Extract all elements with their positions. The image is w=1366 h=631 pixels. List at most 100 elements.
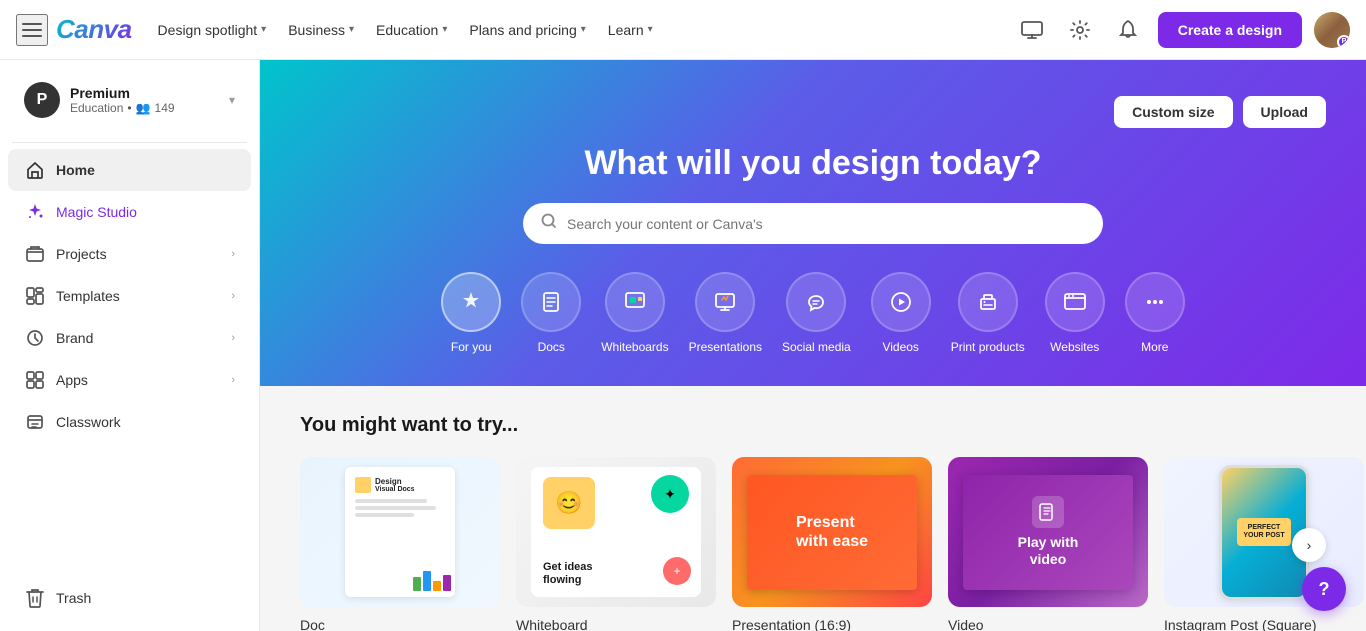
nav-business[interactable]: Business ▾ [278,16,364,44]
hero-banner: Custom size Upload What will you design … [260,60,1366,386]
suggestion-card-doc[interactable]: Design Visual Docs [300,457,500,631]
scroll-right-arrow[interactable]: › [1292,528,1326,562]
topnav: Canva Design spotlight ▾ Business ▾ Educ… [0,0,1366,60]
suggestion-label: Video [948,617,1148,631]
notifications-icon-btn[interactable] [1110,12,1146,48]
social-media-icon [786,272,846,332]
chevron-right-icon: › [231,248,235,260]
account-subtitle: Education • 👥 149 [70,101,219,115]
trash-icon [24,587,46,609]
main-layout: P Premium Education • 👥 149 ▾ [0,60,1366,631]
hero-cat-whiteboards[interactable]: Whiteboards [601,272,668,354]
sidebar-item-label: Magic Studio [56,204,235,220]
search-input[interactable] [567,216,1085,232]
suggestion-label: Whiteboard [516,617,716,631]
sidebar-item-projects[interactable]: Projects › [8,233,251,275]
videos-icon [871,272,931,332]
hero-cat-label: Social media [782,340,851,354]
print-products-icon [958,272,1018,332]
presentations-icon [695,272,755,332]
hero-cat-websites[interactable]: Websites [1045,272,1105,354]
upload-button[interactable]: Upload [1243,96,1326,128]
templates-icon [24,285,46,307]
logo-text: Canva [56,14,132,44]
for-you-icon [441,272,501,332]
suggestion-label: Doc [300,617,500,631]
nav-items: Design spotlight ▾ Business ▾ Education … [148,16,1006,44]
hero-cat-label: Docs [538,340,565,354]
home-icon [24,159,46,181]
chevron-down-icon: ▾ [648,24,653,35]
chevron-down-icon: ▾ [349,24,354,35]
nav-design-spotlight[interactable]: Design spotlight ▾ [148,16,277,44]
suggestion-label: Presentation (16:9) [732,617,932,631]
sidebar-item-home[interactable]: Home [8,149,251,191]
chevron-down-icon: ▾ [581,24,586,35]
hero-cat-for-you[interactable]: For you [441,272,501,354]
chevron-down-icon: ▾ [229,93,235,107]
create-design-button[interactable]: Create a design [1158,12,1302,48]
websites-icon [1045,272,1105,332]
whiteboard-preview: 😊 ✦ Get ideasflowing + [531,467,701,597]
sidebar-item-magic-studio[interactable]: Magic Studio [8,191,251,233]
member-count-icon: 👥 [136,101,151,115]
sidebar-item-classwork[interactable]: Classwork [8,401,251,443]
hero-cat-social-media[interactable]: Social media [782,272,851,354]
suggestion-card-video[interactable]: Play withvideo Video [948,457,1148,631]
hero-cat-more[interactable]: More [1125,272,1185,354]
hero-cat-label: Whiteboards [601,340,668,354]
avatar-badge: P [1337,35,1350,48]
custom-size-button[interactable]: Custom size [1114,96,1232,128]
instagram-preview: PERFECTYOUR POST [1219,465,1309,600]
sidebar-item-trash[interactable]: Trash [8,577,251,619]
nav-learn[interactable]: Learn ▾ [598,16,663,44]
hero-cat-label: Print products [951,340,1025,354]
classwork-icon [24,411,46,433]
suggestion-label: Instagram Post (Square) [1164,617,1364,631]
pres-preview-text: Presentwith ease [796,513,868,551]
monitor-icon-btn[interactable] [1014,12,1050,48]
suggestions-title: You might want to try... [300,414,1326,437]
chevron-right-icon: › [231,290,235,302]
whiteboard-thumbnail: 😊 ✦ Get ideasflowing + [516,457,716,607]
doc-thumbnail: Design Visual Docs [300,457,500,607]
search-icon [541,213,557,234]
sidebar-item-templates[interactable]: Templates › [8,275,251,317]
projects-icon [24,243,46,265]
hero-search-bar [523,203,1103,244]
suggestion-card-whiteboard[interactable]: 😊 ✦ Get ideasflowing + Whiteboard [516,457,716,631]
help-button[interactable]: ? [1302,567,1346,611]
brand-icon [24,327,46,349]
hero-cat-label: Presentations [689,340,762,354]
account-name: Premium [70,85,219,101]
avatar[interactable]: P [1314,12,1350,48]
hamburger-menu[interactable] [16,14,48,46]
hero-cat-videos[interactable]: Videos [871,272,931,354]
hero-actions-row: Custom size Upload [300,96,1326,128]
hero-categories: For you Docs [441,272,1185,354]
suggestion-card-presentation[interactable]: Presentwith ease Presentation (16:9) [732,457,932,631]
apps-icon [24,369,46,391]
settings-icon-btn[interactable] [1062,12,1098,48]
account-switcher[interactable]: P Premium Education • 👥 149 ▾ [8,72,251,128]
sidebar-item-label: Trash [56,590,235,606]
nav-plans-pricing[interactable]: Plans and pricing ▾ [459,16,595,44]
sidebar-item-apps[interactable]: Apps › [8,359,251,401]
sidebar-item-label: Apps [56,372,221,388]
video-thumbnail: Play withvideo [948,457,1148,607]
sidebar-item-label: Templates [56,288,221,304]
doc-preview: Design Visual Docs [345,467,455,597]
logo[interactable]: Canva [56,14,132,45]
hero-cat-presentations[interactable]: Presentations [689,272,762,354]
suggestions-section: You might want to try... Design Visual D… [260,386,1366,631]
presentation-thumbnail: Presentwith ease [732,457,932,607]
sidebar-item-brand[interactable]: Brand › [8,317,251,359]
hero-cat-docs[interactable]: Docs [521,272,581,354]
main-content: Custom size Upload What will you design … [260,60,1366,631]
insta-screen-content: PERFECTYOUR POST [1222,468,1306,597]
nav-education[interactable]: Education ▾ [366,16,457,44]
docs-icon [521,272,581,332]
chevron-right-icon: › [231,374,235,386]
sidebar-item-label: Brand [56,330,221,346]
hero-cat-print-products[interactable]: Print products [951,272,1025,354]
